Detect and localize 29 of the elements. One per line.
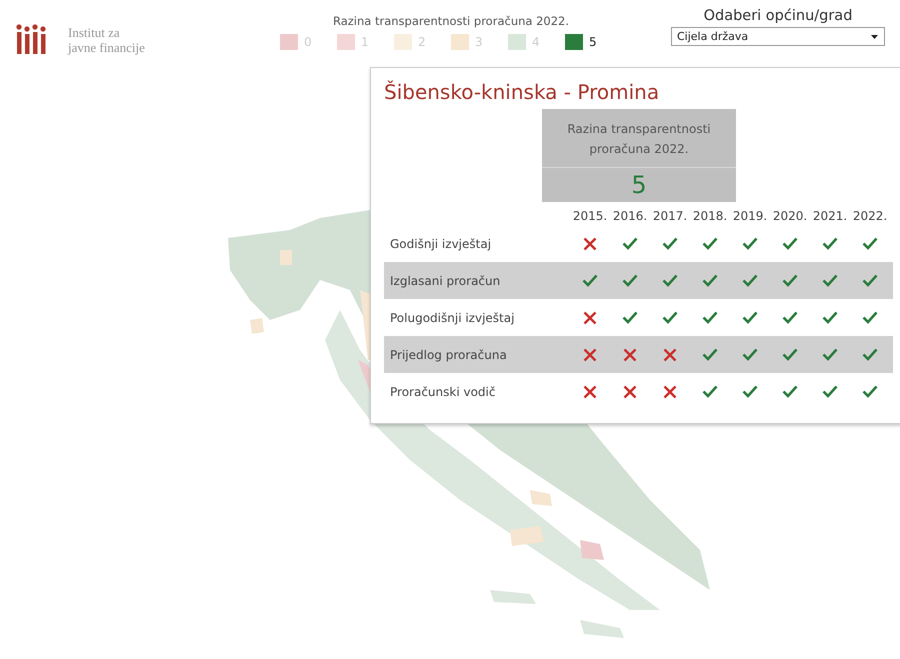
row-label: Godišnji izvještaj <box>389 236 492 250</box>
score-label: Razina transparentnosti proračuna 2022. <box>542 109 736 168</box>
year-header: 2022. <box>852 209 888 223</box>
year-header: 2019. <box>732 209 768 223</box>
caret-icon <box>871 34 878 38</box>
legend-swatch[interactable] <box>337 34 355 50</box>
legend-swatch[interactable] <box>451 34 469 50</box>
legend-swatch[interactable] <box>565 34 583 50</box>
row-label: Prijedlog proračuna <box>389 348 508 362</box>
tooltip-title: Šibensko-kninska - Promina <box>384 80 660 104</box>
municipality-dropdown[interactable]: Cijela država <box>671 27 885 46</box>
legend-title: Razina transparentnosti proračuna 2022. <box>332 14 570 28</box>
filter-label: Odaberi općinu/grad <box>704 8 852 24</box>
row-label: Izglasani proračun <box>389 274 502 288</box>
row-label: Polugodišnji izvještaj <box>389 310 516 324</box>
row-label: Proračunski vodič <box>389 384 496 398</box>
logo-text: Institut za javne financije <box>68 25 145 55</box>
legend-swatch[interactable] <box>508 34 526 50</box>
year-header: 2020. <box>772 209 808 223</box>
year-header: 2016. <box>612 209 648 223</box>
logo-icon <box>16 24 46 56</box>
year-header: 2018. <box>692 209 728 223</box>
year-header: 2017. <box>652 209 688 223</box>
legend-label[interactable]: 5 <box>589 35 597 49</box>
year-header: 2015. <box>572 209 608 223</box>
legend-swatch[interactable] <box>394 34 412 50</box>
year-header: 2021. <box>812 209 848 223</box>
score-value: 5 <box>630 170 648 201</box>
legend-swatch[interactable] <box>280 34 298 50</box>
